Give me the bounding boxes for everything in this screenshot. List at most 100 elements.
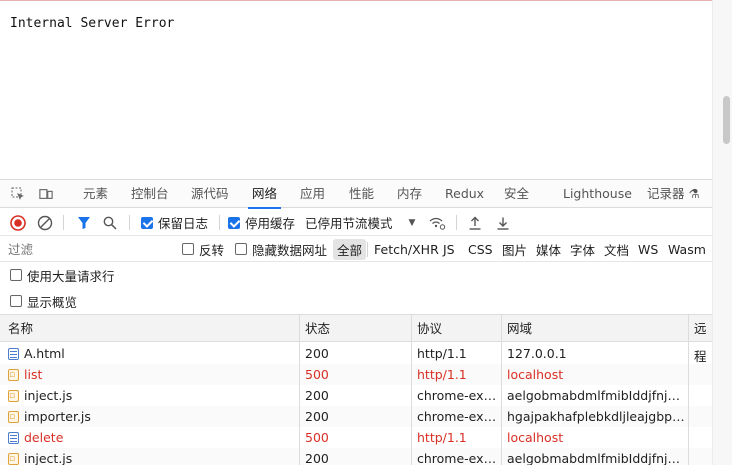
column-header-remote-address[interactable]: 远程: [694, 315, 712, 364]
large-request-rows-label: 使用大量请求行: [27, 268, 115, 284]
tab-security[interactable]: 安全: [504, 180, 529, 208]
column-header-protocol[interactable]: 协议: [417, 315, 442, 343]
type-filter-wasm[interactable]: Wasm: [668, 236, 706, 262]
type-filter-all[interactable]: 全部: [333, 236, 367, 262]
checkbox-unchecked-icon: [182, 243, 194, 255]
record-icon: [10, 214, 26, 231]
checkbox-checked-icon: [228, 216, 240, 229]
disable-cache-label: 停用缓存: [245, 216, 296, 231]
chevron-down-icon: ▼: [408, 217, 416, 228]
tab-elements[interactable]: 元素: [83, 180, 108, 208]
invert-label: 反转: [199, 242, 225, 258]
download-icon: [497, 217, 509, 230]
cell-name: A.html: [8, 343, 296, 364]
table-row[interactable]: inject.js 200 chrome-ext… aelgobmabdmlfmibI…: [0, 385, 712, 406]
cell-name: delete: [8, 427, 296, 448]
cell-protocol: http/1.1: [417, 430, 467, 445]
table-row[interactable]: importer.js 200 chrome-ext… hgajpakhafplebk…: [0, 406, 712, 427]
type-filter-js[interactable]: JS: [443, 236, 455, 262]
tab-application[interactable]: 应用: [300, 180, 325, 208]
script-file-icon: [8, 365, 19, 385]
cell-domain: aelgobmabdmlfmibIddjfnjodal…: [507, 388, 687, 403]
checkbox-checked-icon: [141, 216, 153, 229]
table-header: 名称 状态 协议 网域 远程: [0, 314, 712, 364]
checkbox-unchecked-icon: [235, 243, 247, 255]
request-name: list: [24, 367, 43, 382]
wifi-settings-icon: [429, 217, 446, 230]
script-file-icon: [8, 386, 19, 406]
show-overview-checkbox[interactable]: 显示概览: [10, 290, 77, 312]
cell-protocol: http/1.1: [417, 346, 467, 361]
record-button[interactable]: [10, 209, 26, 236]
type-filter-fetch-xhr[interactable]: Fetch/XHR: [374, 236, 439, 262]
type-filter-media[interactable]: 媒体: [536, 236, 561, 262]
type-filter-doc[interactable]: 文档: [604, 236, 629, 262]
document-file-icon: [8, 348, 19, 360]
table-row[interactable]: list 500 http/1.1 localhost: [0, 364, 712, 385]
request-name: A.html: [24, 346, 65, 361]
tab-memory[interactable]: 内存: [397, 180, 422, 208]
error-message: Internal Server Error: [10, 16, 175, 31]
device-toolbar-icon[interactable]: [39, 187, 53, 201]
type-filter-ws[interactable]: WS: [638, 236, 658, 262]
preserve-log-checkbox[interactable]: 保留日志: [141, 209, 208, 236]
type-filter-css[interactable]: CSS: [468, 236, 493, 262]
search-button[interactable]: [103, 209, 117, 236]
upload-icon: [469, 216, 481, 230]
page-scrollbar[interactable]: [712, 0, 732, 465]
devtools-tabbar: 元素 控制台 源代码 网络 应用 性能 内存 Redux 安全 Lighthou…: [0, 180, 712, 209]
clear-button[interactable]: [37, 209, 53, 236]
network-conditions-button[interactable]: [428, 209, 446, 236]
type-filter-font[interactable]: 字体: [570, 236, 595, 262]
request-name: importer.js: [24, 409, 91, 424]
cell-status: 500: [305, 430, 329, 445]
large-request-rows-checkbox[interactable]: 使用大量请求行: [10, 264, 115, 286]
checkbox-unchecked-icon: [10, 269, 22, 281]
export-har-button[interactable]: [496, 209, 510, 236]
tab-sources[interactable]: 源代码: [191, 180, 229, 208]
tab-redux[interactable]: Redux: [445, 180, 484, 208]
table-row[interactable]: inject.js 200 chrome-ext… aelgobmabdmlfmibI…: [0, 448, 712, 465]
checkbox-unchecked-icon: [10, 295, 22, 307]
cell-status: 200: [305, 388, 329, 403]
column-header-status[interactable]: 状态: [305, 315, 330, 343]
cell-domain: localhost: [507, 367, 564, 382]
cell-protocol: http/1.1: [417, 367, 467, 382]
tab-performance[interactable]: 性能: [349, 180, 374, 208]
type-filter-img[interactable]: 图片: [502, 236, 527, 262]
page-viewport: Internal Server Error: [0, 0, 712, 179]
cell-name: importer.js: [8, 406, 296, 427]
tab-lighthouse[interactable]: Lighthouse: [563, 180, 632, 208]
scrollbar-thumb[interactable]: [723, 96, 730, 144]
script-file-icon: [8, 407, 19, 427]
cell-status: 200: [305, 451, 329, 465]
document-file-icon: [8, 432, 19, 444]
filter-icon: [78, 216, 90, 229]
tab-recorder[interactable]: 记录器 ⚗: [647, 180, 700, 208]
devtools-panel: 元素 控制台 源代码 网络 应用 性能 内存 Redux 安全 Lighthou…: [0, 179, 712, 465]
table-row[interactable]: delete 500 http/1.1 localhost: [0, 427, 712, 448]
throttling-select[interactable]: 已停用节流模式 ▼: [305, 209, 415, 236]
hide-data-urls-checkbox[interactable]: 隐藏数据网址: [235, 236, 327, 262]
column-header-name[interactable]: 名称: [8, 315, 33, 343]
column-header-domain[interactable]: 网域: [507, 315, 532, 343]
cell-status: 200: [305, 346, 329, 361]
cell-name: list: [8, 364, 296, 385]
cell-protocol: chrome-ext…: [417, 409, 499, 424]
cell-protocol: chrome-ext…: [417, 388, 499, 403]
cell-protocol: chrome-ext…: [417, 451, 499, 465]
request-name: inject.js: [24, 388, 73, 403]
disable-cache-checkbox[interactable]: 停用缓存: [228, 209, 295, 236]
cell-domain: hgajpakhafplebkdljleajgbpdmp…: [507, 409, 687, 424]
filter-toggle-button[interactable]: [77, 209, 91, 236]
import-har-button[interactable]: [468, 209, 482, 236]
show-overview-label: 显示概览: [27, 294, 78, 310]
invert-checkbox[interactable]: 反转: [182, 236, 224, 262]
table-row[interactable]: A.html 200 http/1.1 127.0.0.1: [0, 343, 712, 364]
request-name: delete: [24, 430, 64, 445]
tab-console[interactable]: 控制台: [131, 180, 169, 208]
filter-input[interactable]: [4, 239, 172, 259]
inspect-element-icon[interactable]: [11, 187, 25, 201]
filter-bar: 反转 隐藏数据网址 全部 Fetch/XHR JS CSS 图片 媒体 字体 文…: [0, 236, 712, 262]
tab-network[interactable]: 网络: [247, 180, 282, 209]
